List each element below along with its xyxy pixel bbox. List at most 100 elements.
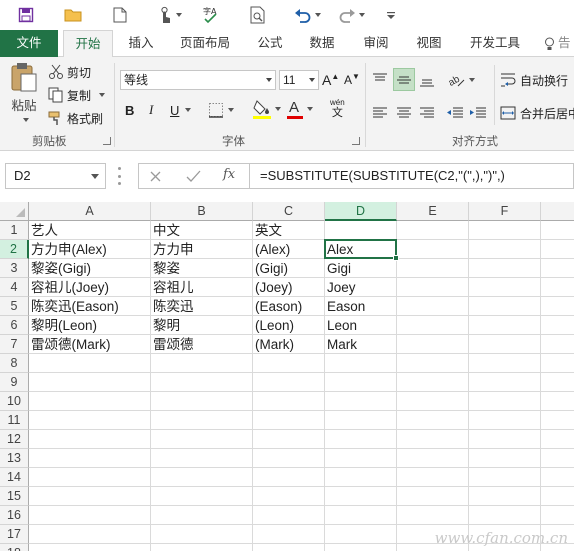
cell[interactable] [469,259,541,278]
cell[interactable] [541,392,574,411]
cell[interactable] [397,430,469,449]
cell[interactable] [253,354,325,373]
cell[interactable] [29,354,151,373]
format-painter-button[interactable]: 格式刷 [48,108,103,128]
cell[interactable] [397,354,469,373]
cell[interactable] [253,392,325,411]
cell[interactable] [397,506,469,525]
phonetic-guide-button[interactable]: wén 文 [330,98,345,124]
cell[interactable] [325,525,397,544]
cell[interactable] [469,430,541,449]
cell[interactable] [29,392,151,411]
column-header-b[interactable]: B [151,202,253,221]
cell[interactable] [397,487,469,506]
cell[interactable]: (Joey) [253,278,325,297]
cell[interactable] [29,411,151,430]
cell[interactable] [541,297,574,316]
cell[interactable] [397,221,469,240]
cell[interactable] [253,373,325,392]
cell[interactable] [151,392,253,411]
cell[interactable] [541,259,574,278]
font-size-combo[interactable]: 11 [279,70,319,90]
cell[interactable]: 雷颂德 [151,335,253,354]
wrap-text-button[interactable]: 自动换行 [500,70,568,90]
cell[interactable] [325,392,397,411]
cell[interactable]: 艺人 [29,221,151,240]
cell[interactable]: 黎姿(Gigi) [29,259,151,278]
tab-home[interactable]: 开始 [63,30,113,58]
cell[interactable] [541,506,574,525]
decrease-indent-button[interactable] [446,103,466,123]
cell[interactable] [151,468,253,487]
cell[interactable]: Joey [325,278,397,297]
cell[interactable]: 黎姿 [151,259,253,278]
cell[interactable] [29,468,151,487]
row-header-16[interactable]: 16 [0,506,29,525]
cell[interactable] [469,297,541,316]
cell[interactable] [469,392,541,411]
cell[interactable] [29,430,151,449]
cell[interactable] [469,240,541,259]
cell[interactable] [397,373,469,392]
cell[interactable] [397,259,469,278]
row-header-10[interactable]: 10 [0,392,29,411]
cell[interactable] [397,449,469,468]
cell[interactable]: 英文 [253,221,325,240]
insert-function-icon[interactable]: fx [223,167,235,182]
row-header-18[interactable]: 18 [0,544,29,551]
cell[interactable]: 陈奕迅(Eason) [29,297,151,316]
cell[interactable] [469,373,541,392]
print-preview-icon[interactable] [246,4,270,26]
cell[interactable] [397,297,469,316]
cell[interactable]: 容祖儿(Joey) [29,278,151,297]
cell[interactable] [253,525,325,544]
cell[interactable] [469,278,541,297]
tab-data[interactable]: 数据 [302,30,342,57]
font-name-combo[interactable]: 等线 [120,70,276,90]
cell[interactable] [397,468,469,487]
align-bottom-button[interactable] [419,70,437,90]
cell[interactable] [541,487,574,506]
tab-formulas[interactable]: 公式 [250,30,290,57]
align-right-button[interactable] [419,103,437,123]
formula-bar-grip[interactable] [118,167,121,185]
cell[interactable] [29,506,151,525]
row-header-9[interactable]: 9 [0,373,29,392]
cell[interactable]: (Leon) [253,316,325,335]
cell[interactable] [325,411,397,430]
cell[interactable]: 中文 [151,221,253,240]
cell[interactable]: Leon [325,316,397,335]
column-header-c[interactable]: C [253,202,325,221]
align-center-button[interactable] [396,103,414,123]
name-box-dropdown-icon[interactable] [91,174,99,179]
cell[interactable] [541,335,574,354]
cell[interactable] [469,354,541,373]
row-header-14[interactable]: 14 [0,468,29,487]
cell[interactable] [325,449,397,468]
cell[interactable] [469,449,541,468]
italic-button[interactable]: I [149,100,163,120]
cell[interactable] [397,316,469,335]
row-header-17[interactable]: 17 [0,525,29,544]
cell[interactable] [29,487,151,506]
cell[interactable]: 黎明(Leon) [29,316,151,335]
cell[interactable] [325,430,397,449]
font-launcher-icon[interactable] [352,137,360,145]
spelling-icon[interactable]: 字A [200,4,224,26]
row-header-5[interactable]: 5 [0,297,29,316]
align-top-button[interactable] [372,70,390,90]
cell[interactable] [151,449,253,468]
row-header-1[interactable]: 1 [0,221,29,240]
cell[interactable]: (Alex) [253,240,325,259]
tab-view[interactable]: 视图 [408,30,450,57]
cell[interactable]: 方力申(Alex) [29,240,151,259]
row-header-15[interactable]: 15 [0,487,29,506]
row-header-8[interactable]: 8 [0,354,29,373]
cell[interactable]: 陈奕迅 [151,297,253,316]
column-header-f[interactable]: F [469,202,541,221]
select-all-button[interactable] [0,202,29,221]
increase-indent-button[interactable] [469,103,489,123]
cell[interactable]: 容祖儿 [151,278,253,297]
cell[interactable]: Mark [325,335,397,354]
new-file-icon[interactable] [108,4,132,26]
